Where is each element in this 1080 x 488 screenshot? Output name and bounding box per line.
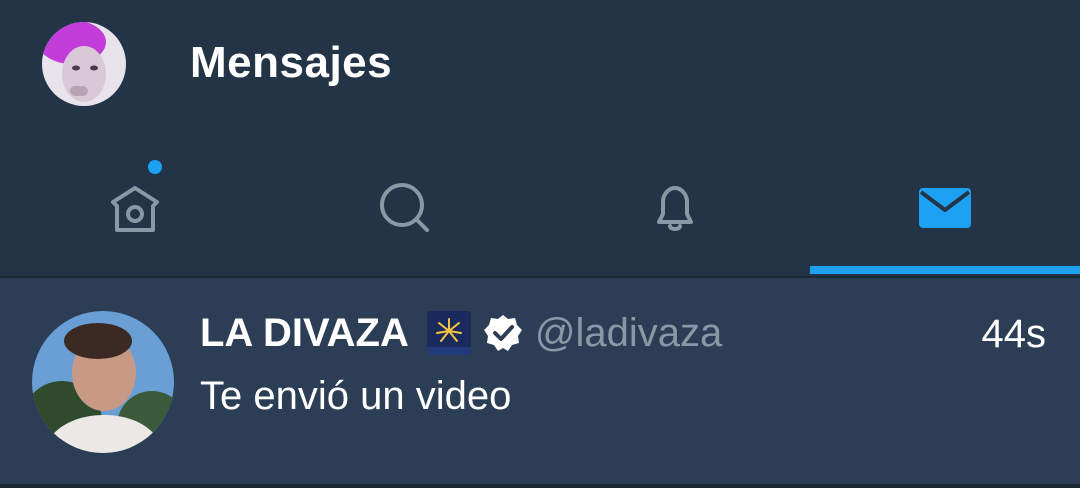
conversation-avatar[interactable] [32, 311, 174, 453]
bell-icon [645, 178, 705, 238]
verified-badge-icon [483, 313, 523, 353]
tab-messages[interactable] [810, 140, 1080, 276]
contact-name: LA DIVAZA [200, 310, 409, 355]
app-header: Mensajes [0, 0, 1080, 140]
active-tab-indicator [810, 266, 1080, 274]
notification-dot [148, 160, 162, 174]
conversation-header: LA DIVAZA @ladivaza [200, 308, 722, 358]
conversation-row[interactable]: LA DIVAZA @ladivaza 44s Te envió un vide… [0, 278, 1080, 488]
tab-bar [0, 140, 1080, 276]
message-preview: Te envió un video [200, 374, 512, 418]
message-time: 44s [981, 312, 1047, 356]
mail-icon [915, 178, 975, 238]
search-icon [375, 178, 435, 238]
home-icon [105, 178, 165, 238]
tab-notifications[interactable] [540, 140, 810, 276]
divider [0, 484, 1080, 488]
profile-avatar[interactable] [42, 22, 126, 106]
page-title: Mensajes [190, 38, 393, 87]
contact-handle: @ladivaza [534, 310, 723, 355]
fireworks-emoji-icon [426, 311, 471, 355]
tab-search[interactable] [270, 140, 540, 276]
tab-home[interactable] [0, 140, 270, 276]
